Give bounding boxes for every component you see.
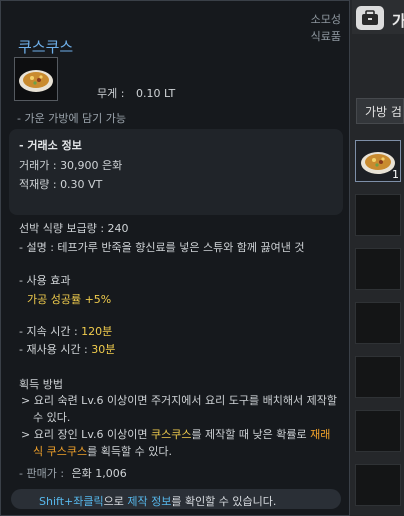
market-stock-value: 0.30 VT: [60, 178, 103, 191]
duration-value: 120분: [81, 325, 113, 338]
weight-label: 무게 :: [97, 87, 125, 100]
bag-slot[interactable]: [355, 302, 401, 344]
item-weight: 무게 : 0.10 LT: [97, 85, 175, 101]
acquire-item-traditional: 재래: [310, 428, 331, 441]
bag-storage-note: - 가운 가방에 담기 가능: [17, 112, 127, 125]
market-stock: 적재량 : 0.30 VT: [19, 176, 102, 192]
acquire-line-4-post: 를 획득할 수 있다.: [87, 445, 172, 458]
acquire-line-4: 식 쿠스쿠스를 획득할 수 있다.: [33, 443, 172, 459]
use-effect-value: 가공 성공률 +5%: [27, 293, 112, 306]
slot-quantity: 1: [392, 168, 399, 181]
acquire-item-couscous: 쿠스쿠스: [150, 428, 192, 441]
couscous-dish-icon: [19, 70, 53, 92]
hint-key: Shift+좌클릭: [39, 495, 104, 508]
use-effect-header: - 사용 효과: [19, 274, 71, 287]
acquire-line-1: > 요리 숙련 Lv.6 이상이면 주거지에서 요리 도구를 배치해서 제작할: [21, 394, 337, 407]
cooldown-value: 30분: [91, 343, 116, 356]
bag-slot[interactable]: [355, 194, 401, 236]
item-description: - 설명 : 테프가루 반죽을 향신료를 넣은 스튜와 함께 끓여낸 것: [19, 241, 305, 254]
market-info-title: - 거래소 정보: [19, 139, 82, 152]
bag-search-tab[interactable]: 가방 검: [356, 98, 404, 124]
market-price-value: 30,900 은화: [60, 159, 123, 172]
cooldown-label: - 재사용 시간 :: [19, 343, 88, 356]
ship-food-supply: 선박 식량 보급량 : 240: [19, 222, 129, 235]
sell-price-label: - 판매가 :: [19, 467, 65, 480]
bag-window-icon[interactable]: [356, 6, 384, 30]
item-title: 쿠스쿠스: [18, 38, 74, 56]
acquire-line-2: 수 있다.: [33, 411, 71, 424]
hint-mid: 으로: [103, 495, 128, 508]
sell-price-value: 은화 1,006: [71, 467, 127, 480]
bag-slot[interactable]: [355, 464, 401, 506]
acquire-item-traditional-couscous: 식 쿠스쿠스: [33, 445, 88, 458]
bag-slot-couscous[interactable]: 1: [355, 140, 401, 182]
weight-value: 0.10 LT: [135, 87, 176, 100]
bag-window-title: 가: [392, 12, 404, 30]
market-price: 거래가 : 30,900 은화: [19, 157, 122, 173]
acquire-line-3: > 요리 장인 Lv.6 이상이면 쿠스쿠스를 제작할 때 낮은 확률로 재래: [21, 426, 330, 442]
hint-post: 를 확인할 수 있습니다.: [171, 495, 277, 508]
duration-label: - 지속 시간 :: [19, 325, 78, 338]
hint-target: 제작 정보: [127, 495, 172, 508]
item-tooltip: 소모성 식료품 쿠스쿠스 무게 : 0.10 LT - 가운 가방에 담기 가능…: [0, 0, 350, 516]
market-price-label: 거래가 :: [19, 159, 57, 172]
market-stock-label: 적재량 :: [19, 178, 57, 191]
sell-price: - 판매가 : 은화 1,006: [19, 465, 127, 481]
bag-slot[interactable]: [355, 356, 401, 398]
acquire-header: 획득 방법: [19, 378, 63, 391]
acquire-line-3-mid: 를 제작할 때 낮은 확률로: [191, 428, 311, 441]
acquire-line-3-pre: > 요리 장인 Lv.6 이상이면: [21, 428, 151, 441]
cooldown: - 재사용 시간 : 30분: [19, 341, 115, 357]
item-icon-frame: [14, 57, 58, 101]
duration: - 지속 시간 : 120분: [19, 323, 112, 339]
bag-icon: [362, 10, 378, 25]
item-category-group: 식료품: [310, 30, 341, 43]
bag-slot[interactable]: [355, 410, 401, 452]
item-category-type: 소모성: [310, 13, 341, 26]
bag-slot[interactable]: [355, 248, 401, 290]
craft-info-hint: Shift+좌클릭으로 제작 정보를 확인할 수 있습니다.: [39, 493, 276, 509]
